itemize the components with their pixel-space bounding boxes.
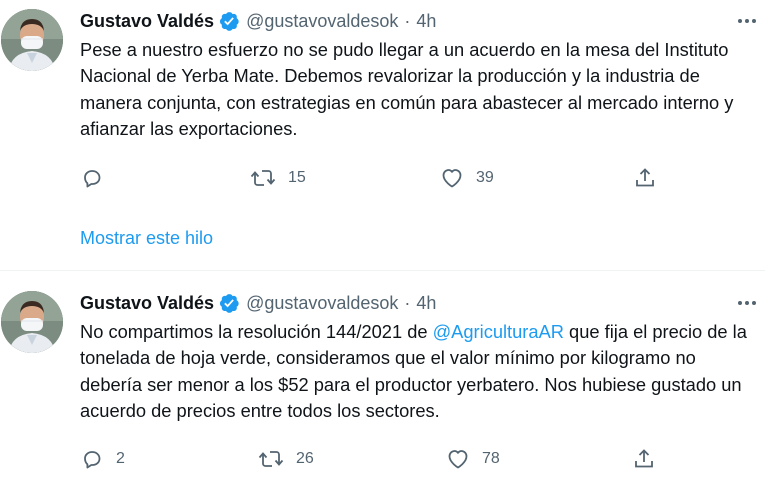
author-name[interactable]: Gustavo Valdés [80, 11, 214, 32]
like-button[interactable]: 39 [440, 165, 494, 191]
retweet-count: 26 [296, 450, 314, 467]
tweet[interactable]: Gustavo Valdés @gustavovaldesok · 4h No … [0, 271, 765, 497]
timeline-feed: Gustavo Valdés @gustavovaldesok · 4h Pes… [0, 0, 765, 497]
retweet-count: 15 [288, 169, 306, 186]
share-button[interactable] [632, 446, 656, 472]
like-count: 39 [476, 169, 494, 186]
retweet-icon [250, 166, 276, 190]
tweet-actions: 15 39 [80, 165, 680, 191]
timestamp[interactable]: 4h [416, 11, 436, 32]
tweet-header: Gustavo Valdés @gustavovaldesok · 4h [80, 291, 436, 315]
avatar[interactable] [1, 291, 63, 353]
reply-button[interactable]: 2 [80, 446, 125, 472]
more-options-icon[interactable] [735, 11, 759, 31]
reply-button[interactable] [80, 165, 116, 191]
tweet-text: Pese a nuestro esfuerzo no se pudo llega… [80, 39, 734, 139]
verified-badge-icon [218, 10, 240, 32]
tweet-actions: 2 26 78 [80, 446, 680, 472]
retweet-button[interactable]: 15 [250, 165, 306, 191]
share-icon [632, 447, 656, 471]
author-name[interactable]: Gustavo Valdés [80, 293, 214, 314]
mention-link[interactable]: @AgriculturaAR [433, 321, 564, 342]
like-button[interactable]: 78 [446, 446, 500, 472]
retweet-icon [258, 447, 284, 471]
avatar[interactable] [1, 9, 63, 71]
verified-badge-icon [218, 292, 240, 314]
tweet-text-part: No compartimos la resolución 144/2021 de [80, 321, 433, 342]
reply-icon [80, 166, 104, 190]
reply-icon [80, 447, 104, 471]
like-icon [446, 447, 470, 471]
show-thread-link[interactable]: Mostrar este hilo [80, 228, 213, 249]
timestamp[interactable]: 4h [416, 293, 436, 314]
author-handle[interactable]: @gustavovaldesok [246, 293, 398, 314]
more-options-icon[interactable] [735, 293, 759, 313]
like-count: 78 [482, 450, 500, 467]
header-separator: · [404, 10, 411, 31]
reply-count: 2 [116, 450, 125, 467]
tweet[interactable]: Gustavo Valdés @gustavovaldesok · 4h Pes… [0, 0, 765, 270]
author-handle[interactable]: @gustavovaldesok [246, 11, 398, 32]
retweet-button[interactable]: 26 [258, 446, 314, 472]
header-separator: · [404, 292, 411, 313]
tweet-header: Gustavo Valdés @gustavovaldesok · 4h [80, 9, 436, 33]
share-icon [633, 166, 657, 190]
share-button[interactable] [633, 165, 657, 191]
tweet-text: No compartimos la resolución 144/2021 de… [80, 319, 760, 424]
like-icon [440, 166, 464, 190]
